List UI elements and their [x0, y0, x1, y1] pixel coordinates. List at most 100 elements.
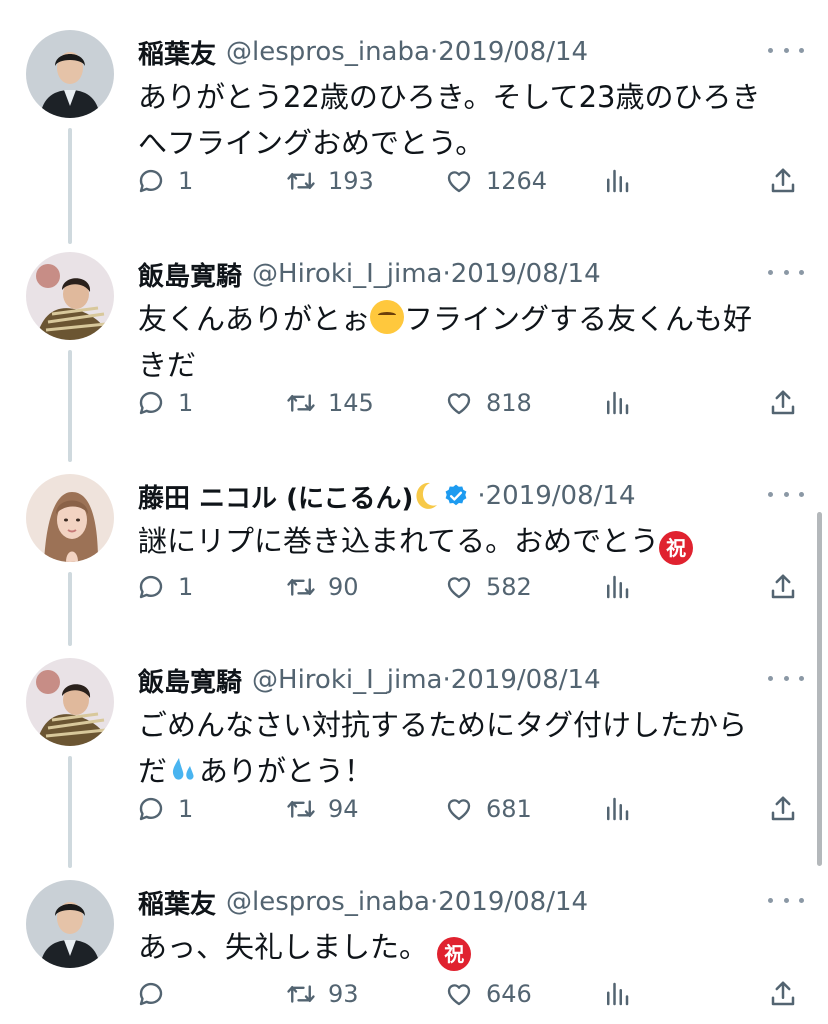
- retweet-button[interactable]: 193: [286, 161, 374, 201]
- share-icon: [771, 574, 795, 599]
- retweet-count: 145: [328, 389, 374, 417]
- reply-count: 1: [178, 795, 194, 823]
- avatar[interactable]: [26, 658, 114, 746]
- user-handle[interactable]: @lespros_inaba: [226, 887, 430, 917]
- scrollbar[interactable]: [817, 512, 822, 866]
- reply-button[interactable]: 1: [136, 383, 193, 423]
- like-count: 1264: [486, 167, 548, 195]
- avatar[interactable]: [26, 252, 114, 340]
- avatar[interactable]: [26, 880, 114, 968]
- tweet-thread: 稲葉友 @lespros_inaba · 2019/08/14 ありがとう22歳…: [0, 0, 828, 1024]
- display-name[interactable]: 稲葉友: [138, 884, 216, 921]
- thread-connector: [68, 350, 72, 462]
- tweet-date[interactable]: 2019/08/14: [451, 259, 601, 289]
- tweet-text-line: 友くんありがとぉ フライングする友くんも好: [138, 296, 798, 342]
- tweet-date[interactable]: 2019/08/14: [438, 37, 588, 67]
- tweet-actions: 93 646: [132, 974, 804, 1014]
- tweet-date[interactable]: 2019/08/14: [486, 481, 636, 511]
- retweet-button[interactable]: 90: [286, 567, 359, 607]
- more-icon[interactable]: [768, 262, 804, 282]
- tweet-text: 謎にリプに巻き込まれてる。おめでとう祝: [138, 518, 798, 565]
- crescent-moon-emoji: [416, 482, 438, 509]
- user-handle[interactable]: @Hiroki_I_jima: [252, 259, 442, 289]
- tweet-text-line: きだ: [138, 348, 197, 382]
- reply-button[interactable]: 1: [136, 789, 193, 829]
- like-button[interactable]: 646: [444, 974, 532, 1014]
- tweet-text: あっ、失礼しました。 祝: [138, 924, 798, 971]
- like-count: 582: [486, 573, 532, 601]
- display-name[interactable]: 稲葉友: [138, 34, 216, 71]
- views-icon: [607, 575, 629, 599]
- thread-connector: [68, 756, 72, 868]
- retweet-count: 90: [328, 573, 359, 601]
- views-button[interactable]: [602, 974, 632, 1014]
- separator-dot: ·: [442, 259, 451, 289]
- tweet-text: 友くんありがとぉ フライングする友くんも好 きだ: [138, 296, 798, 388]
- thread-connector: [68, 128, 72, 244]
- retweet-icon: [287, 172, 315, 190]
- user-handle[interactable]: @lespros_inaba: [226, 37, 430, 67]
- like-count: 646: [486, 980, 532, 1008]
- tweet-header: 飯島寛騎 @Hiroki_I_jima · 2019/08/14: [138, 256, 808, 292]
- more-icon[interactable]: [768, 40, 804, 60]
- like-button[interactable]: 681: [444, 789, 532, 829]
- celebration-badge-emoji: 祝: [437, 937, 472, 971]
- more-icon[interactable]: [768, 484, 804, 504]
- views-button[interactable]: [602, 383, 632, 423]
- tweet-text-line: ありがとう22歳のひろき。そして23歳のひろき: [138, 80, 761, 114]
- reply-button[interactable]: 1: [136, 567, 193, 607]
- sweat-droplets-emoji: [172, 758, 194, 780]
- reply-button[interactable]: 1: [136, 161, 193, 201]
- like-icon: [447, 171, 471, 193]
- more-icon[interactable]: [768, 668, 804, 688]
- verified-badge-icon: [445, 484, 467, 506]
- retweet-icon: [287, 578, 315, 596]
- tweet-actions: 1 90 582: [132, 567, 804, 607]
- share-button[interactable]: [768, 567, 798, 607]
- like-count: 681: [486, 795, 532, 823]
- share-button[interactable]: [768, 974, 798, 1014]
- retweet-button[interactable]: 93: [286, 974, 359, 1014]
- like-button[interactable]: 818: [444, 383, 532, 423]
- retweet-button[interactable]: 145: [286, 383, 374, 423]
- tweet-text-segment: ありがとう！: [199, 754, 374, 788]
- share-button[interactable]: [768, 161, 798, 201]
- retweet-count: 193: [328, 167, 374, 195]
- tweet-text-segment: 友くんありがとぉ: [138, 302, 371, 336]
- tweet-header: 稲葉友 @lespros_inaba · 2019/08/14: [138, 34, 808, 70]
- like-button[interactable]: 582: [444, 567, 532, 607]
- tweet-actions: 1 94 681: [132, 789, 804, 829]
- views-icon: [607, 169, 629, 193]
- avatar[interactable]: [26, 30, 114, 118]
- tweet-text-line: へフライングおめでとう。: [138, 126, 485, 160]
- share-button[interactable]: [768, 789, 798, 829]
- retweet-icon: [287, 985, 315, 1003]
- views-button[interactable]: [602, 789, 632, 829]
- display-name[interactable]: 飯島寛騎: [138, 662, 242, 699]
- kissing-face-emoji: [370, 300, 405, 334]
- reply-icon: [139, 391, 163, 415]
- retweet-button[interactable]: 94: [286, 789, 359, 829]
- tweet-text-segment: だ: [138, 754, 168, 788]
- tweet-actions: 1 193 1264: [132, 161, 804, 201]
- views-button[interactable]: [602, 567, 632, 607]
- tweet-text-line: だありがとう！: [138, 748, 798, 794]
- share-button[interactable]: [768, 383, 798, 423]
- like-icon: [447, 984, 471, 1006]
- like-button[interactable]: 1264: [444, 161, 547, 201]
- reply-button[interactable]: [136, 974, 178, 1014]
- user-handle[interactable]: @Hiroki_I_jima: [252, 665, 442, 695]
- share-icon: [771, 981, 795, 1006]
- display-name[interactable]: 飯島寛騎: [138, 256, 242, 293]
- tweet-header: 藤田 ニコル (にこるん) · 2019/08/14: [138, 478, 808, 514]
- more-icon[interactable]: [768, 890, 804, 910]
- views-button[interactable]: [602, 161, 632, 201]
- display-name[interactable]: 藤田 ニコル (にこるん): [138, 478, 413, 515]
- avatar[interactable]: [26, 474, 114, 562]
- separator-dot: ·: [429, 887, 439, 917]
- tweet-date[interactable]: 2019/08/14: [438, 887, 588, 917]
- reply-icon: [139, 982, 163, 1006]
- share-icon: [771, 796, 795, 821]
- tweet-text: ごめんなさい対抗するためにタグ付けしたから だありがとう！: [138, 702, 798, 794]
- tweet-date[interactable]: 2019/08/14: [451, 665, 601, 695]
